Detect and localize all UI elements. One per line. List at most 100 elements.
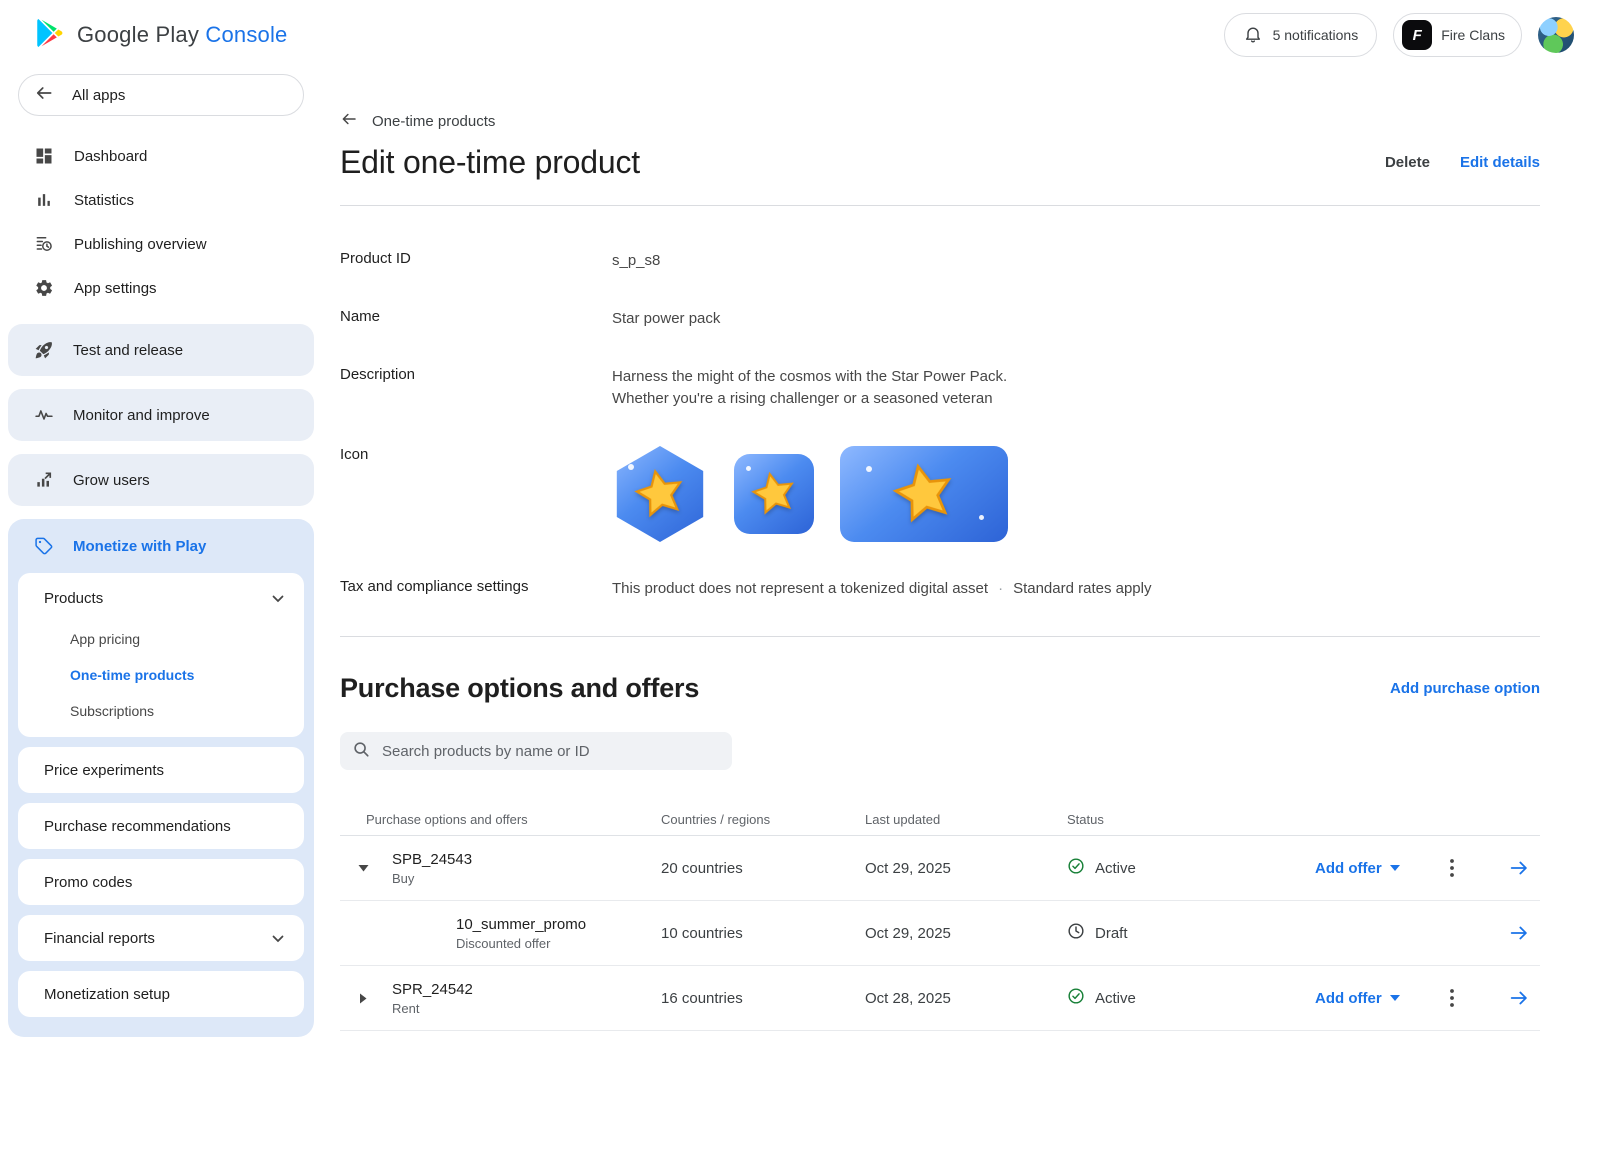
status-cell: Active — [1067, 857, 1315, 879]
purchase-section-header: Purchase options and offers Add purchase… — [340, 673, 1540, 704]
field-label: Product ID — [340, 250, 612, 272]
row-menu-button[interactable] — [1446, 985, 1458, 1011]
row-menu-button[interactable] — [1446, 855, 1458, 881]
caret-down-icon — [1390, 865, 1400, 871]
triangle-down-icon — [358, 864, 369, 872]
sidebar-item-label: Products — [44, 590, 103, 607]
three-dot-menu-icon — [1450, 989, 1454, 1007]
add-offer-button[interactable]: Add offer — [1315, 860, 1400, 877]
sidebar-item-products[interactable]: Products — [18, 575, 304, 621]
sidebar-item-promo-codes[interactable]: Promo codes — [18, 859, 304, 905]
column-header: Status — [1067, 812, 1315, 827]
divider — [340, 636, 1540, 637]
sidebar-item-app-settings[interactable]: App settings — [0, 266, 322, 310]
sidebar-item-one-time-products[interactable]: One-time products — [18, 657, 304, 693]
sidebar-item-subscriptions[interactable]: Subscriptions — [18, 693, 304, 729]
last-updated-cell: Oct 29, 2025 — [865, 860, 1067, 877]
section-title: Purchase options and offers — [340, 673, 699, 704]
sidebar-item-label: Price experiments — [44, 762, 164, 779]
search-icon — [352, 740, 370, 763]
table-row: SPB_24543 Buy 20 countries Oct 29, 2025 … — [340, 836, 1540, 901]
arrow-right-icon — [1508, 857, 1530, 879]
sidebar-item-label: Monetize with Play — [73, 538, 206, 555]
tax-statement: This product does not represent a tokeni… — [612, 578, 988, 600]
sidebar-item-purchase-recommendations[interactable]: Purchase recommendations — [18, 803, 304, 849]
sidebar-item-financial-reports[interactable]: Financial reports — [18, 915, 304, 961]
sparkle-dot — [628, 464, 634, 470]
table-header: Purchase options and offers Countries / … — [340, 804, 1540, 836]
sidebar-item-statistics[interactable]: Statistics — [0, 178, 322, 222]
purchase-option-cell: SPR_24542 Rent — [392, 981, 661, 1016]
rocket-icon — [33, 339, 55, 361]
purchase-option-type: Rent — [392, 1001, 661, 1016]
purchase-option-type: Buy — [392, 871, 661, 886]
open-row-arrow-button[interactable] — [1504, 983, 1534, 1013]
sidebar-item-label: Grow users — [73, 472, 150, 489]
row-actions — [1315, 918, 1540, 948]
field-label: Name — [340, 308, 612, 330]
description-line-2: Whether you're a rising challenger or a … — [612, 388, 1007, 410]
open-row-arrow-button[interactable] — [1504, 853, 1534, 883]
product-fields: Product ID s_p_s8 Name Star power pack D… — [340, 250, 1540, 600]
gear-icon — [33, 277, 55, 299]
sidebar-item-test-and-release[interactable]: Test and release — [8, 324, 314, 376]
breadcrumb[interactable]: One-time products — [340, 110, 495, 132]
field-value: s_p_s8 — [612, 250, 660, 272]
notifications-button[interactable]: 5 notifications — [1224, 13, 1378, 57]
table-row-offer: 10_summer_promo Discounted offer 10 coun… — [340, 901, 1540, 966]
countries-cell: 16 countries — [661, 990, 865, 1007]
dashboard-icon — [33, 145, 55, 167]
sidebar-groups: Test and release Monitor and improve Gro… — [0, 314, 322, 506]
field-value: This product does not represent a tokeni… — [612, 578, 1151, 600]
three-dot-menu-icon — [1450, 859, 1454, 877]
brand-console: Console — [205, 22, 287, 47]
top-bar: Google Play Console 5 notifications F Fi… — [0, 0, 1600, 70]
product-icon-square — [734, 454, 814, 534]
dot-separator: · — [998, 578, 1003, 600]
sidebar-item-monetize-with-play[interactable]: Monetize with Play — [8, 519, 314, 573]
triangle-right-icon — [359, 993, 367, 1004]
sidebar-item-price-experiments[interactable]: Price experiments — [18, 747, 304, 793]
field-icon: Icon — [340, 446, 1540, 542]
edit-details-button[interactable]: Edit details — [1460, 154, 1540, 171]
status-badge: Active — [1095, 860, 1136, 877]
breadcrumb-label: One-time products — [372, 113, 495, 130]
last-updated-cell: Oct 28, 2025 — [865, 990, 1067, 1007]
open-row-arrow-button[interactable] — [1504, 918, 1534, 948]
sidebar-item-label: Test and release — [73, 342, 183, 359]
sidebar-item-label: Monitor and improve — [73, 407, 210, 424]
sidebar-item-publishing-overview[interactable]: Publishing overview — [0, 222, 322, 266]
back-arrow-icon — [34, 83, 54, 107]
status-cell: Draft — [1067, 922, 1315, 944]
sidebar-item-monitor-and-improve[interactable]: Monitor and improve — [8, 389, 314, 441]
add-offer-button[interactable]: Add offer — [1315, 990, 1400, 1007]
avatar[interactable] — [1538, 17, 1574, 53]
brand-text: Google Play Console — [77, 22, 288, 48]
google-play-console-logo[interactable]: Google Play Console — [33, 16, 288, 55]
app-name-label: Fire Clans — [1441, 27, 1505, 43]
all-apps-button[interactable]: All apps — [18, 74, 304, 116]
sparkle-dot — [979, 515, 984, 520]
sidebar-item-monetization-setup[interactable]: Monetization setup — [18, 971, 304, 1017]
column-header: Last updated — [865, 812, 1067, 827]
app-switcher-button[interactable]: F Fire Clans — [1393, 13, 1522, 57]
sidebar-item-label: Financial reports — [44, 930, 155, 947]
search-box — [340, 732, 732, 770]
delete-button[interactable]: Delete — [1385, 154, 1430, 171]
sidebar-item-dashboard[interactable]: Dashboard — [0, 134, 322, 178]
collapse-row-button[interactable] — [354, 860, 373, 876]
app-icon-letter: F — [1413, 27, 1422, 44]
offer-id: 10_summer_promo — [456, 916, 661, 933]
sidebar-top-nav: Dashboard Statistics Publishing overview — [0, 128, 322, 314]
tax-rates: Standard rates apply — [1013, 578, 1151, 600]
row-actions: Add offer — [1315, 983, 1540, 1013]
add-purchase-option-button[interactable]: Add purchase option — [1390, 680, 1540, 697]
sidebar-item-grow-users[interactable]: Grow users — [8, 454, 314, 506]
last-updated-cell: Oct 29, 2025 — [865, 925, 1067, 942]
publishing-overview-icon — [33, 233, 55, 255]
row-actions: Add offer — [1315, 853, 1540, 883]
expand-row-button[interactable] — [355, 989, 371, 1008]
tag-icon — [33, 535, 55, 557]
sidebar-item-app-pricing[interactable]: App pricing — [18, 621, 304, 657]
search-input[interactable] — [380, 742, 720, 761]
